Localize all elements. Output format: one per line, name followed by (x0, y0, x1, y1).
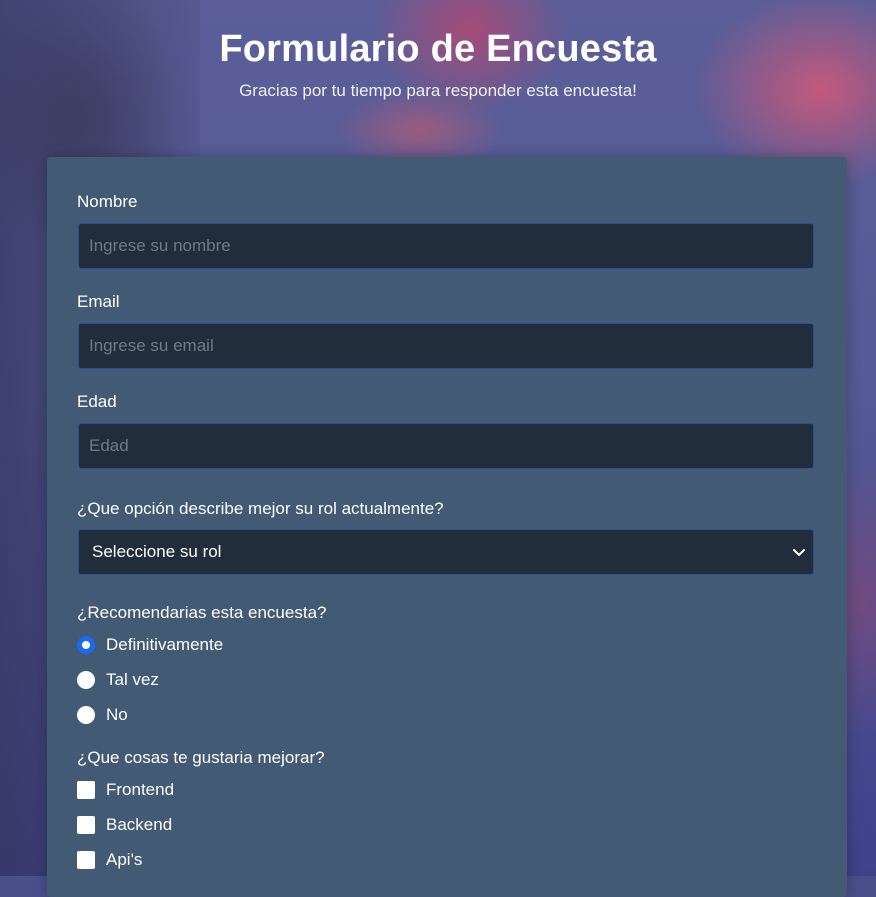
page-title: Formulario de Encuesta (219, 28, 657, 70)
role-select[interactable]: Seleccione su rol (78, 529, 814, 575)
name-input[interactable] (78, 223, 814, 269)
age-label: Edad (77, 392, 117, 411)
improve-option-backend[interactable]: Backend (77, 815, 172, 835)
radio-button[interactable] (77, 671, 95, 689)
recommend-label: ¿Recomendarias esta encuesta? (77, 603, 327, 622)
checkbox[interactable] (77, 781, 95, 799)
improve-option-label: Backend (106, 815, 173, 834)
improve-label: ¿Que cosas te gustaria mejorar? (77, 748, 325, 767)
improve-option-label: Frontend (106, 780, 175, 799)
chevron-down-icon (793, 549, 805, 556)
name-label: Nombre (77, 192, 138, 211)
page-header: Formulario de Encuesta Gracias por tu ti… (0, 28, 876, 101)
checkbox[interactable] (77, 851, 95, 869)
recommend-option-label: No (106, 705, 128, 724)
role-select-value: Seleccione su rol (92, 542, 222, 561)
improve-option-apis[interactable]: Api's (77, 850, 142, 870)
improve-option-label: Api's (106, 850, 143, 869)
recommend-option-no[interactable]: No (77, 705, 128, 725)
radio-button[interactable] (77, 706, 95, 724)
improve-option-frontend[interactable]: Frontend (77, 780, 174, 800)
recommend-option-definitivamente[interactable]: Definitivamente (77, 635, 223, 655)
email-label: Email (77, 292, 120, 311)
recommend-option-label: Tal vez (106, 670, 159, 689)
survey-form: Nombre Email Edad ¿Que opción describe m… (47, 157, 847, 897)
age-input[interactable] (78, 423, 814, 469)
role-label: ¿Que opción describe mejor su rol actual… (77, 499, 444, 518)
checkbox[interactable] (77, 816, 95, 834)
radio-button-checked[interactable] (77, 636, 95, 654)
recommend-option-tal-vez[interactable]: Tal vez (77, 670, 159, 690)
email-input[interactable] (78, 323, 814, 369)
page-subtitle: Gracias por tu tiempo para responder est… (239, 81, 637, 100)
recommend-option-label: Definitivamente (106, 635, 224, 654)
